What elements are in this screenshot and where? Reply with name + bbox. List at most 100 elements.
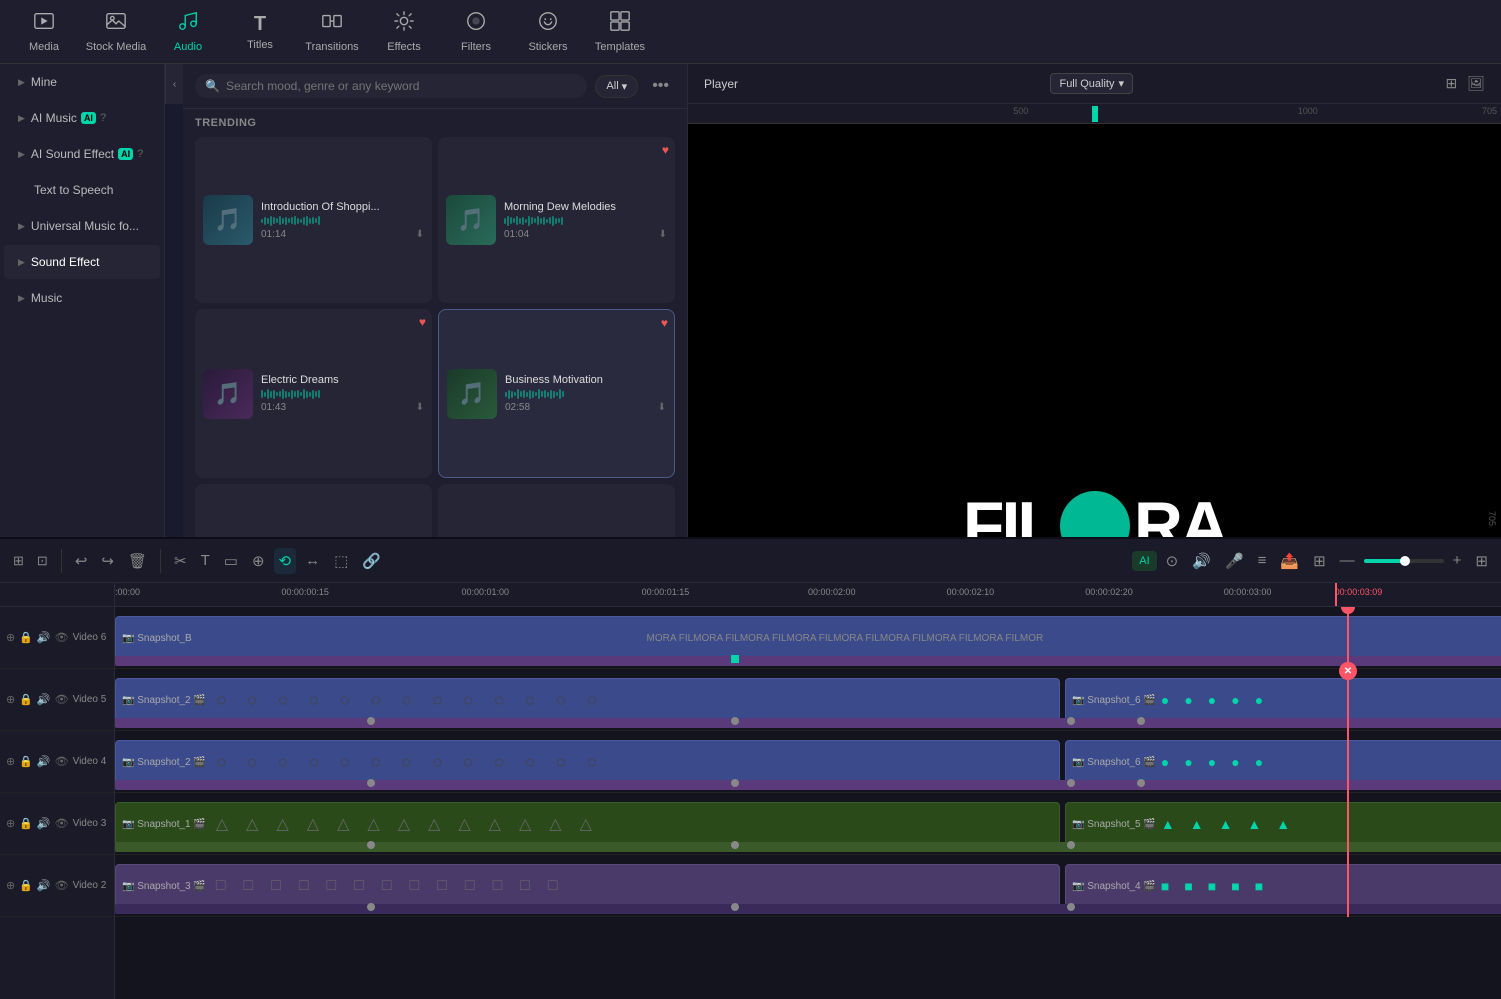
ripple-button[interactable]: ↔ xyxy=(300,548,325,573)
zoom-slider[interactable] xyxy=(1364,559,1444,563)
clip-video3-2[interactable]: 📷 Snapshot_5 🎬 ▲▲▲▲▲ xyxy=(1065,802,1501,846)
mic-btn[interactable]: 🎤 xyxy=(1220,548,1249,574)
download-icon-2[interactable]: ⬇ xyxy=(659,229,667,240)
image-icon[interactable]: 🖼 xyxy=(1467,75,1485,92)
download-icon-4[interactable]: ⬇ xyxy=(658,402,666,413)
add-icon-v3[interactable]: ⊕ xyxy=(6,817,15,830)
list-view-btn[interactable]: ≡ xyxy=(1253,548,1272,573)
play-from-btn[interactable]: ⊙ xyxy=(1161,548,1184,574)
track-icon-2[interactable]: ⊡ xyxy=(32,550,53,572)
transitions-icon xyxy=(321,10,343,38)
clip-video3-1[interactable]: 📷 Snapshot_1 🎬 △△△△△△△△△△△△△ xyxy=(115,802,1060,846)
zoom-handle[interactable] xyxy=(1400,556,1410,566)
audio-title-4: Business Motivation xyxy=(505,374,666,386)
toolbar-media[interactable]: Media xyxy=(10,4,78,60)
audio-duration-4: 02:58 ⬇ xyxy=(505,402,666,413)
toolbar-titles[interactable]: T Titles xyxy=(226,4,294,60)
ai-icon-btn[interactable]: AI xyxy=(1132,551,1156,571)
lock-icon-v2[interactable]: 🔒 xyxy=(19,879,33,892)
more-options-button[interactable]: ••• xyxy=(646,75,675,97)
export-btn[interactable]: 📤 xyxy=(1275,548,1304,574)
quality-select[interactable]: Full Quality ▾ xyxy=(1050,73,1133,94)
track-label-video2: ⊕ 🔒 🔊 👁 Video 2 xyxy=(0,855,114,917)
add-icon-v4[interactable]: ⊕ xyxy=(6,755,15,768)
add-icon-v5[interactable]: ⊕ xyxy=(6,693,15,706)
sidebar-item-music[interactable]: ▶ Music xyxy=(4,281,160,315)
lock-icon-v3[interactable]: 🔒 xyxy=(19,817,33,830)
text-button[interactable]: T xyxy=(196,548,215,573)
filter-button[interactable]: All ▾ xyxy=(595,75,638,98)
clip-video4-2[interactable]: 📷 Snapshot_6 🎬 ●●●●● xyxy=(1065,740,1501,784)
eye-icon-v4[interactable]: 👁 xyxy=(55,755,69,768)
sidebar-item-ai-sound-label: AI Sound Effect xyxy=(31,147,114,161)
add-track-icon[interactable]: ⊞ xyxy=(8,550,29,572)
sidebar-item-ai-music[interactable]: ▶ AI Music AI ? xyxy=(4,101,160,135)
audio-info-3: ♥ Electric Dreams 01:43 ⬇ xyxy=(261,374,424,413)
toolbar-audio[interactable]: Audio xyxy=(154,4,222,60)
lock-icon-v5[interactable]: 🔒 xyxy=(19,693,33,706)
track-label-video6: ⊕ 🔒 🔊 👁 Video 6 xyxy=(0,607,114,669)
undo-button[interactable]: ↩ xyxy=(70,548,93,574)
clip-video5-1[interactable]: 📷 Snapshot_2 🎬 ○○○○○○○○○○○○○ xyxy=(115,678,1060,722)
vol-icon-v6[interactable]: 🔊 xyxy=(37,631,51,644)
delete-button[interactable]: 🗑 xyxy=(123,548,152,574)
audio-card-3[interactable]: 🎵 ♥ Electric Dreams 01:43 ⬇ xyxy=(195,309,432,477)
clip-video6-main[interactable]: 📷 Snapshot_B MORA FILMORA FILMORA FILMOR… xyxy=(115,616,1501,660)
vol-icon-v4[interactable]: 🔊 xyxy=(37,755,51,768)
rect-button[interactable]: ▭ xyxy=(219,548,243,574)
toolbar-filters[interactable]: Filters xyxy=(442,4,510,60)
vol-icon-v3[interactable]: 🔊 xyxy=(37,817,51,830)
grid-icon[interactable]: ⊞ xyxy=(1445,75,1457,92)
clip-video5-2[interactable]: 📷 Snapshot_6 🎬 ●●●●● xyxy=(1065,678,1501,722)
eye-icon-v3[interactable]: 👁 xyxy=(55,817,69,830)
toolbar-effects[interactable]: Effects xyxy=(370,4,438,60)
link-button[interactable]: 🔗 xyxy=(357,548,386,574)
lock-icon-v6[interactable]: 🔒 xyxy=(19,631,33,644)
clip-video2-1[interactable]: 📷 Snapshot_3 🎬 □□□□□□□□□□□□□ xyxy=(115,864,1060,908)
sidebar-item-universal[interactable]: ▶ Universal Music fo... xyxy=(4,209,160,243)
vol-icon-v2[interactable]: 🔊 xyxy=(37,879,51,892)
clip-video4-1[interactable]: 📷 Snapshot_2 🎬 ○○○○○○○○○○○○○ xyxy=(115,740,1060,784)
settings-btn[interactable]: ⊞ xyxy=(1470,548,1493,574)
favorite-icon-3[interactable]: ♥ xyxy=(419,315,426,329)
sidebar-collapse-button[interactable]: ‹ xyxy=(165,64,183,104)
sidebar-item-tts[interactable]: Text to Speech xyxy=(4,173,160,207)
sidebar-item-ai-sound[interactable]: ▶ AI Sound Effect AI ? xyxy=(4,137,160,171)
toolbar-stock-media[interactable]: Stock Media xyxy=(82,4,150,60)
zoom-out-btn[interactable]: — xyxy=(1335,548,1360,573)
download-icon-1[interactable]: ⬇ xyxy=(416,229,424,240)
smart-bgm-button[interactable]: ⟲ xyxy=(274,548,297,574)
lock-icon-v4[interactable]: 🔒 xyxy=(19,755,33,768)
audio-btn[interactable]: 🔊 xyxy=(1187,548,1216,574)
sidebar-item-mine[interactable]: ▶ Mine xyxy=(4,65,160,99)
add-icon-v6[interactable]: ⊕ xyxy=(6,631,15,644)
eye-icon-v2[interactable]: 👁 xyxy=(55,879,69,892)
favorite-icon-2[interactable]: ♥ xyxy=(662,143,669,157)
audio-card-2[interactable]: 🎵 ♥ Morning Dew Melodies 01:04 ⬇ xyxy=(438,137,675,303)
vol-icon-v5[interactable]: 🔊 xyxy=(37,693,51,706)
clip-video2-2[interactable]: 📷 Snapshot_4 🎬 ■■■■■ xyxy=(1065,864,1501,908)
magnet-button[interactable]: ⊕ xyxy=(247,548,270,574)
search-input[interactable] xyxy=(226,79,577,93)
eye-icon-v6[interactable]: 👁 xyxy=(55,631,69,644)
ai-music-help-icon[interactable]: ? xyxy=(100,112,106,124)
ruler-label-mid: 500 xyxy=(1013,106,1028,116)
audio-card-1[interactable]: 🎵 Introduction Of Shoppi... 01:14 ⬇ xyxy=(195,137,432,303)
toolbar-transitions[interactable]: Transitions xyxy=(298,4,366,60)
add-icon-v2[interactable]: ⊕ xyxy=(6,879,15,892)
cut-button[interactable]: ✂ xyxy=(169,548,192,574)
toolbar-stickers[interactable]: Stickers xyxy=(514,4,582,60)
toolbar-templates[interactable]: Templates xyxy=(586,4,654,60)
sidebar-item-sound-effect[interactable]: ▶ Sound Effect xyxy=(4,245,160,279)
player-label: Player xyxy=(704,77,738,91)
tl-divider-2 xyxy=(160,549,161,573)
ai-sound-help-icon[interactable]: ? xyxy=(137,148,143,160)
expand-btn[interactable]: ⊞ xyxy=(1308,548,1331,574)
zoom-in-btn[interactable]: + xyxy=(1448,548,1467,573)
stamp-button[interactable]: ⬚ xyxy=(329,548,353,574)
audio-card-4[interactable]: 🎵 ♥ Business Motivation 02:58 ⬇ xyxy=(438,309,675,477)
redo-button[interactable]: ↪ xyxy=(96,548,119,574)
eye-icon-v5[interactable]: 👁 xyxy=(55,693,69,706)
favorite-icon-4[interactable]: ♥ xyxy=(661,316,668,330)
download-icon-3[interactable]: ⬇ xyxy=(416,402,424,413)
